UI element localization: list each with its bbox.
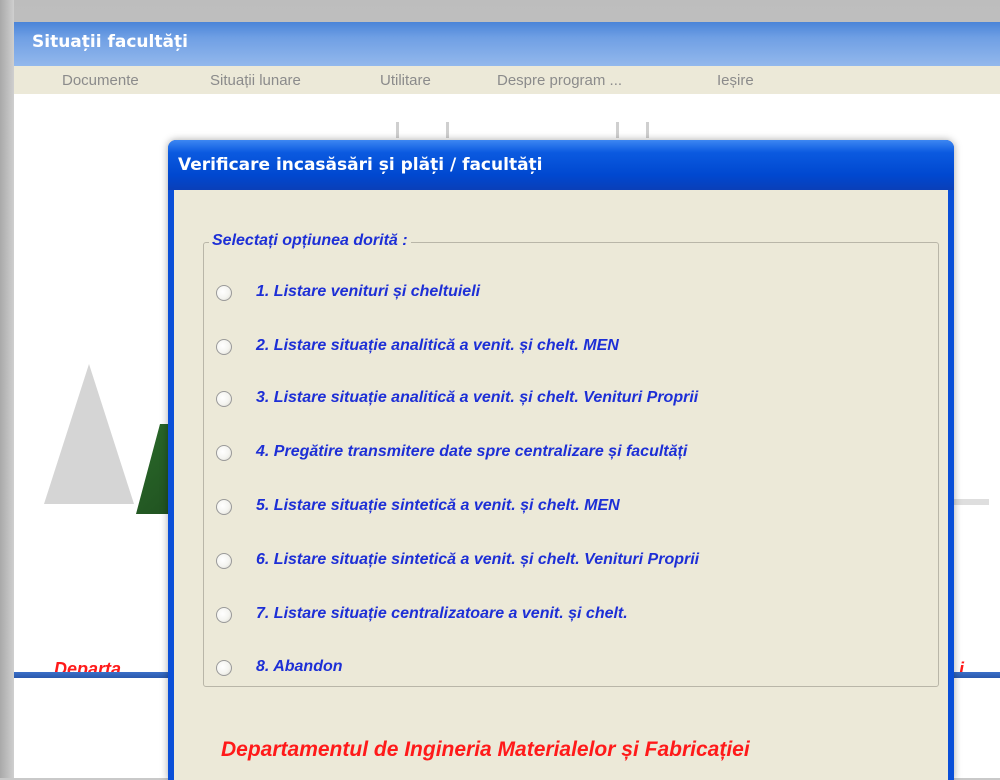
radio-button[interactable] [216, 285, 232, 301]
department-text-background-end: i [959, 659, 965, 672]
department-text-background: Departa [54, 659, 122, 672]
radio-button[interactable] [216, 445, 232, 461]
menu-item-utilitare[interactable]: Utilitare [380, 72, 431, 89]
radio-button[interactable] [216, 499, 232, 515]
option-1-radio[interactable]: 1. Listare venituri și cheltuieli [216, 280, 916, 308]
option-label: 5. Listare situație sintetică a venit. ș… [256, 497, 620, 514]
department-footer: Departamentul de Ingineria Materialelor … [221, 738, 750, 761]
option-2-radio[interactable]: 2. Listare situație analitică a venit. ș… [216, 334, 916, 362]
option-label: 3. Listare situație analitică a venit. ș… [256, 389, 699, 406]
option-label: 6. Listare situație sintetică a venit. ș… [256, 551, 700, 568]
option-3-radio[interactable]: 3. Listare situație analitică a venit. ș… [216, 386, 916, 414]
background-logo-top [386, 122, 666, 142]
main-titlebar[interactable]: Situații facultăți [14, 22, 1000, 66]
option-4-radio[interactable]: 4. Pregătire transmitere date spre centr… [216, 440, 916, 468]
option-5-radio[interactable]: 5. Listare situație sintetică a venit. ș… [216, 494, 916, 522]
option-label: 7. Listare situație centralizatoare a ve… [256, 605, 628, 622]
menu-item-situatii-lunare[interactable]: Situații lunare [210, 72, 301, 89]
radio-button[interactable] [216, 391, 232, 407]
menu-item-documente[interactable]: Documente [62, 72, 139, 89]
menu-item-despre-program[interactable]: Despre program ... [497, 72, 622, 89]
groupbox-label: Selectați opțiunea dorită : [209, 232, 411, 250]
option-label: 2. Listare situație analitică a venit. ș… [256, 337, 619, 354]
menu-item-iesire[interactable]: Ieșire [717, 72, 754, 89]
dialog-title: Verificare incasăsări și plăți / facultă… [178, 155, 543, 175]
option-8-radio[interactable]: 8. Abandon [216, 655, 916, 683]
main-menubar: Documente Situații lunare Utilitare Desp… [14, 66, 1000, 94]
option-6-radio[interactable]: 6. Listare situație sintetică a venit. ș… [216, 548, 916, 576]
background-logo-right [949, 499, 989, 505]
radio-button[interactable] [216, 660, 232, 676]
background-logo [44, 364, 134, 504]
option-7-radio[interactable]: 7. Listare situație centralizatoare a ve… [216, 602, 916, 630]
radio-button[interactable] [216, 607, 232, 623]
main-window-title: Situații facultăți [32, 32, 188, 52]
radio-button[interactable] [216, 339, 232, 355]
option-label: 8. Abandon [256, 658, 343, 675]
radio-button[interactable] [216, 553, 232, 569]
dialog-titlebar[interactable]: Verificare incasăsări și plăți / facultă… [168, 140, 954, 190]
option-label: 4. Pregătire transmitere date spre centr… [256, 443, 688, 460]
option-label: 1. Listare venituri și cheltuieli [256, 283, 481, 300]
